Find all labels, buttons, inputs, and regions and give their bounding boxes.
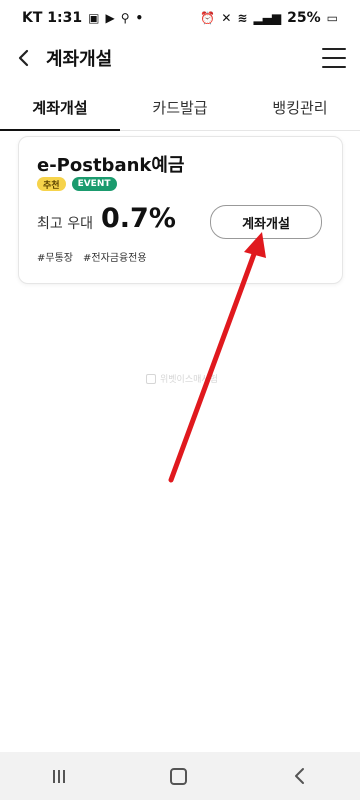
keyhole-icon: ⚲ [120,11,130,25]
chevron-left-icon [18,49,29,67]
status-bar: KT 1:31 ▣ ▶ ⚲ • ⏰ ✕ ≋ ▂▄▆ 25% ▭ [0,0,360,36]
tab-card-issuance[interactable]: 카드발급 [120,84,240,130]
rate-label: 최고 우대 [37,216,93,232]
youtube-icon: ▶ [105,11,115,25]
product-name: e-Postbank예금 [37,155,185,176]
tag-item: #전자금융전용 [82,253,147,264]
tab-account-opening[interactable]: 계좌개설 [0,84,120,131]
rate-value: 0.7% [101,203,176,234]
back-button[interactable] [14,48,34,68]
recommend-badge: 추천 [37,177,66,191]
battery-level: 25% [287,10,321,26]
watermark-logo-icon [146,373,156,384]
signal-icon: ▂▄▆ [253,11,282,25]
battery-icon: ▭ [326,11,338,25]
carrier-time: KT 1:31 [22,10,83,26]
event-badge: EVENT [71,177,117,191]
wifi-icon: ≋ [237,11,248,25]
watermark: 위벳이스매서험 [146,372,218,385]
tab-bar: 계좌개설 카드발급 뱅킹관리 [0,84,360,131]
product-card[interactable]: e-Postbank예금 추천 EVENT 최고 우대 0.7% 계좌개설 #무… [18,136,343,284]
open-account-button[interactable]: 계좌개설 [210,205,322,239]
system-nav-bar [0,752,360,800]
page-title: 계좌개설 [46,49,113,70]
tag-item: #무통장 [37,253,73,264]
back-nav-icon[interactable] [293,767,307,785]
hamburger-menu-icon[interactable] [322,48,346,68]
tab-banking-management[interactable]: 뱅킹관리 [240,84,360,130]
app-header: 계좌개설 [0,36,360,80]
gallery-icon: ▣ [88,11,100,25]
tag-list: #무통장 #전자금융전용 [37,249,147,264]
recent-apps-icon[interactable] [52,769,65,783]
mute-icon: ✕ [221,11,232,25]
alarm-icon: ⏰ [200,11,216,25]
dot-icon: • [135,11,144,25]
home-icon[interactable] [170,767,188,785]
watermark-text: 위벳이스매서험 [160,375,218,385]
badge-group: 추천 EVENT [37,177,117,191]
